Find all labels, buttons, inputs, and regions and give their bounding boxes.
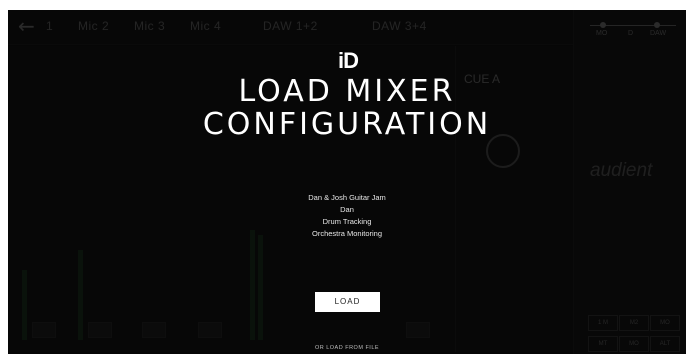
configuration-list: Dan & Josh Guitar Jam Dan Drum Tracking …: [8, 192, 686, 240]
configuration-item[interactable]: Orchestra Monitoring: [8, 228, 686, 240]
id-logo: iD: [338, 48, 359, 73]
configuration-item[interactable]: Dan: [8, 204, 686, 216]
load-button[interactable]: LOAD: [315, 292, 380, 312]
modal-title-line1: LOAD MIXER: [238, 74, 456, 109]
configuration-item[interactable]: Drum Tracking: [8, 216, 686, 228]
modal-title-line2: CONFIGURATION: [202, 107, 492, 142]
app-window: ← 1 Mic 2 Mic 3 Mic 4 DAW 1+2 DAW 3+4 CU…: [8, 10, 686, 354]
configuration-item[interactable]: Dan & Josh Guitar Jam: [8, 192, 686, 204]
load-from-file-link[interactable]: OR LOAD FROM FILE: [8, 345, 686, 351]
